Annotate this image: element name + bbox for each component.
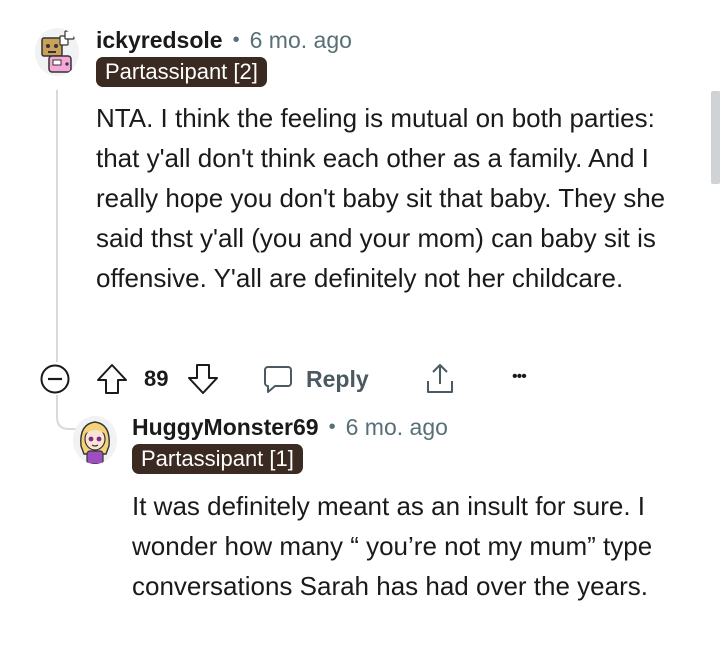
reply-button[interactable]: Reply bbox=[262, 362, 369, 396]
comment-timestamp[interactable]: 6 mo. ago bbox=[250, 27, 352, 54]
reply-label: Reply bbox=[306, 365, 369, 392]
comment-thread-line[interactable] bbox=[56, 90, 58, 362]
comment-username[interactable]: ickyredsole bbox=[96, 27, 223, 54]
scrollbar-thumb[interactable] bbox=[711, 91, 720, 184]
downvote-arrow-icon bbox=[188, 364, 218, 394]
share-button[interactable] bbox=[423, 361, 457, 397]
more-options-button[interactable]: ••• bbox=[512, 368, 527, 386]
blonde-girl-avatar-icon bbox=[73, 416, 117, 464]
reply-avatar[interactable] bbox=[73, 416, 117, 464]
comment-separator: • bbox=[232, 28, 240, 51]
reply-timestamp[interactable]: 6 mo. ago bbox=[346, 414, 448, 441]
vote-score: 89 bbox=[144, 366, 169, 391]
collapse-minus-icon bbox=[40, 364, 70, 394]
reply-body: It was definitely meant as an insult for… bbox=[132, 491, 653, 601]
reply-flair: Partassipant [1] bbox=[132, 444, 303, 474]
upvote-arrow-icon bbox=[97, 364, 127, 394]
comment-header: ickyredsole • 6 mo. ago bbox=[96, 24, 352, 56]
downvote-button[interactable] bbox=[186, 362, 220, 396]
reply-header: HuggyMonster69 • 6 mo. ago bbox=[132, 411, 448, 443]
reply-username[interactable]: HuggyMonster69 bbox=[132, 414, 319, 441]
collapse-button[interactable] bbox=[39, 363, 71, 395]
share-icon bbox=[427, 364, 453, 393]
speech-bubble-icon bbox=[264, 366, 292, 393]
commenter-avatar[interactable] bbox=[35, 28, 79, 76]
comment-body: NTA. I think the feeling is mutual on bo… bbox=[96, 103, 666, 293]
robot-avatar-icon bbox=[35, 28, 79, 76]
upvote-button[interactable] bbox=[95, 362, 129, 396]
reply-separator: • bbox=[328, 415, 336, 438]
comment-flair: Partassipant [2] bbox=[96, 57, 267, 87]
